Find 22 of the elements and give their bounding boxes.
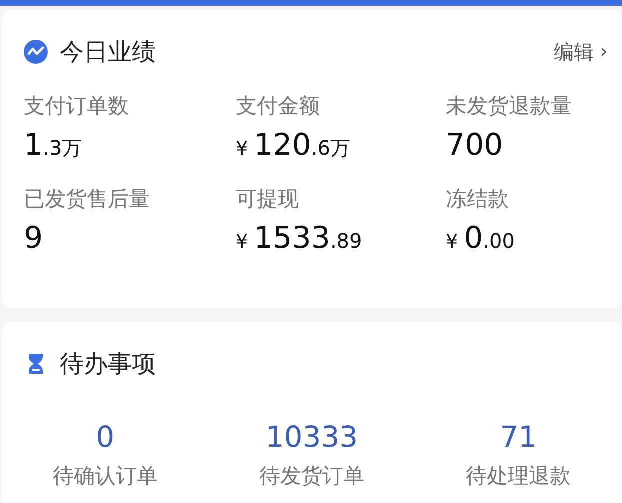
todo-label[interactable]: 待确认订单 — [2, 462, 209, 490]
todo-count[interactable]: 0 — [2, 420, 209, 454]
todo-count[interactable]: 71 — [415, 420, 622, 454]
metric-label: 支付金额 — [236, 93, 321, 120]
todo-count[interactable]: 10333 — [208, 420, 416, 454]
metric-value: 9 — [24, 221, 44, 256]
metric-label: 未发货退款量 — [446, 93, 573, 120]
metric-value: ¥ 120.6万 — [236, 128, 352, 163]
metric-label: 已发货售后量 — [24, 186, 151, 213]
metric-label: 支付订单数 — [24, 93, 130, 120]
edit-link[interactable]: 编辑 › — [554, 38, 608, 66]
metric-value: 1.3万 — [24, 128, 84, 163]
section-title: 今日业绩 — [60, 37, 156, 68]
trend-icon — [24, 40, 48, 64]
metric-value: ¥ 0.00 — [446, 221, 516, 256]
todo-label[interactable]: 待处理退款 — [415, 462, 622, 490]
section-title: 待办事项 — [60, 349, 156, 380]
metric-value: ¥ 1533.89 — [236, 221, 364, 256]
todo-label[interactable]: 待发货订单 — [208, 462, 416, 490]
metric-label: 可提现 — [236, 186, 300, 213]
metric-label: 冻结款 — [446, 186, 510, 213]
metric-value: 700 — [446, 128, 504, 163]
